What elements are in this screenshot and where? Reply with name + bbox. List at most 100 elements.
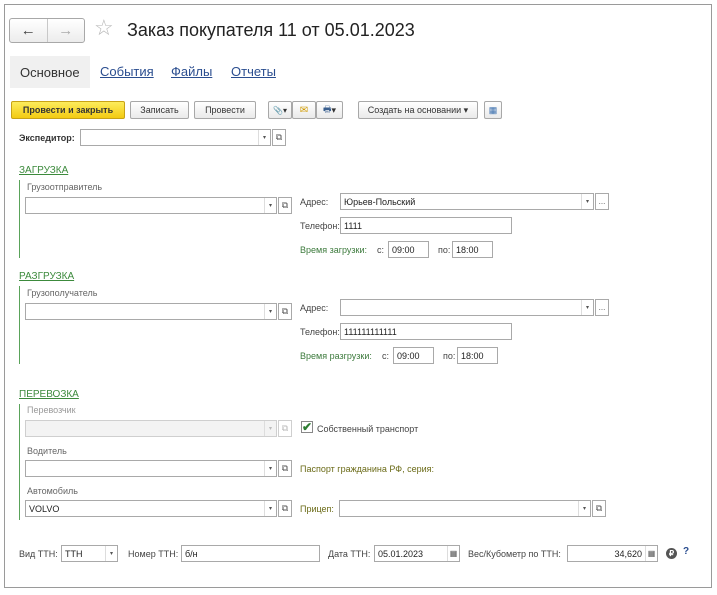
expeditor-label: Экспедитор: — [19, 133, 75, 143]
navigation-buttons: ← → — [9, 18, 85, 43]
driver-value — [26, 461, 264, 476]
ttn-date-value: 05.01.2023 — [378, 548, 424, 559]
dropdown-icon[interactable]: ▾ — [578, 501, 590, 516]
weight-value: 34,620 — [614, 548, 642, 559]
help-icon[interactable]: ? — [683, 546, 689, 557]
unloading-phone-field[interactable]: 111111111111 — [340, 323, 512, 340]
carrier-label: Перевозчик — [27, 405, 76, 415]
open-icon[interactable]: ⧉ — [592, 500, 606, 517]
back-icon[interactable]: ← — [10, 19, 47, 42]
more-icon[interactable]: ... — [595, 193, 609, 210]
ttn-number-label: Номер ТТН: — [128, 549, 179, 559]
dropdown-icon[interactable]: ▾ — [264, 304, 276, 319]
loading-from-field[interactable]: 09:00 — [388, 241, 429, 258]
dropdown-arrow-icon: ▾ — [463, 104, 469, 115]
loading-phone-value: 1111 — [344, 220, 363, 231]
table-icon: ▦ — [488, 104, 498, 115]
transport-section-bar — [19, 404, 20, 520]
dropdown-icon[interactable]: ▾ — [264, 421, 276, 436]
tab-files[interactable]: Файлы — [171, 64, 212, 79]
dropdown-arrow-icon: ▾ — [282, 105, 287, 115]
attach-icon: 📎 — [273, 105, 283, 115]
loading-phone-field[interactable]: 1111 — [340, 217, 512, 234]
create-based-on-label: Создать на основании — [367, 105, 462, 115]
weight-field[interactable]: 34,620 ▦ — [567, 545, 658, 562]
dropdown-icon[interactable]: ▾ — [258, 130, 270, 145]
loading-section-bar — [19, 180, 20, 258]
loading-from-label: с: — [377, 245, 385, 255]
open-icon[interactable]: ⧉ — [278, 420, 292, 437]
create-based-on-button[interactable]: Создать на основании ▾ — [358, 101, 478, 119]
dropdown-arrow-icon: ▾ — [331, 104, 337, 115]
open-icon[interactable]: ⧉ — [272, 129, 286, 146]
dropdown-icon[interactable]: ▾ — [581, 300, 593, 315]
unloading-to-field[interactable]: 18:00 — [457, 347, 498, 364]
table-view-button[interactable]: ▦ — [484, 101, 502, 119]
post-and-close-button[interactable]: Провести и закрыть — [11, 101, 125, 119]
more-icon[interactable]: ... — [595, 299, 609, 316]
dropdown-icon[interactable]: ▾ — [105, 546, 117, 561]
weight-label: Вес/Кубометр по ТТН: — [468, 549, 561, 559]
loading-to-field[interactable]: 18:00 — [452, 241, 493, 258]
driver-label: Водитель — [27, 446, 67, 456]
currency-info-icon[interactable]: ₽ — [666, 548, 677, 559]
consignee-label: Грузополучатель — [27, 288, 98, 298]
ttn-type-label: Вид ТТН: — [19, 549, 58, 559]
calculator-icon[interactable]: ▦ — [645, 546, 657, 561]
own-transport-checkbox[interactable]: ✔ — [301, 421, 313, 433]
trailer-value — [340, 501, 578, 516]
own-transport-label: Собственный транспорт — [317, 424, 419, 434]
ttn-number-value: б/н — [185, 548, 198, 559]
driver-field[interactable]: ▾ — [25, 460, 277, 477]
loading-from-value: 09:00 — [392, 244, 415, 255]
dropdown-icon[interactable]: ▾ — [264, 198, 276, 213]
open-icon[interactable]: ⧉ — [278, 197, 292, 214]
unloading-phone-value: 111111111111 — [344, 326, 397, 337]
tab-main[interactable]: Основное — [10, 56, 90, 88]
unloading-from-field[interactable]: 09:00 — [393, 347, 434, 364]
open-icon[interactable]: ⧉ — [278, 460, 292, 477]
mail-button[interactable]: ✉ — [292, 101, 316, 119]
dropdown-icon[interactable]: ▾ — [581, 194, 593, 209]
ttn-type-value: ТТН — [65, 548, 83, 559]
unloading-from-label: с: — [382, 351, 390, 361]
open-icon[interactable]: ⧉ — [278, 303, 292, 320]
print-menu-button[interactable]: 🖶 ▾ — [316, 101, 343, 119]
ttn-date-field[interactable]: 05.01.2023 ▦ — [374, 545, 460, 562]
tab-reports[interactable]: Отчеты — [231, 64, 276, 79]
calendar-icon[interactable]: ▦ — [447, 546, 459, 561]
loading-section-title[interactable]: ЗАГРУЗКА — [19, 165, 68, 176]
car-value: VOLVO — [29, 503, 60, 514]
unloading-to-label: по: — [443, 351, 456, 361]
page-title: Заказ покупателя 11 от 05.01.2023 — [127, 20, 415, 40]
post-button[interactable]: Провести — [194, 101, 256, 119]
loading-phone-label: Телефон: — [300, 221, 340, 231]
car-field[interactable]: VOLVO ▾ — [25, 500, 277, 517]
unloading-time-label: Время разгрузки: — [300, 351, 372, 361]
unloading-to-value: 18:00 — [461, 350, 484, 361]
mail-icon: ✉ — [299, 104, 309, 116]
transport-section-title[interactable]: ПЕРЕВОЗКА — [19, 389, 79, 400]
unloading-section-title[interactable]: РАЗГРУЗКА — [19, 271, 74, 282]
expeditor-field[interactable]: ▾ — [80, 129, 271, 146]
loading-time-label: Время загрузки: — [300, 245, 367, 255]
dropdown-icon[interactable]: ▾ — [264, 501, 276, 516]
consignee-field[interactable]: ▾ — [25, 303, 277, 320]
shipper-field[interactable]: ▾ — [25, 197, 277, 214]
unloading-address-value — [341, 300, 581, 315]
ttn-type-field[interactable]: ТТН ▾ — [61, 545, 118, 562]
carrier-field[interactable]: ▾ — [25, 420, 277, 437]
loading-address-field[interactable]: Юрьев-Польский ▾ — [340, 193, 594, 210]
ttn-number-field[interactable]: б/н — [181, 545, 320, 562]
unloading-phone-label: Телефон: — [300, 327, 340, 337]
open-icon[interactable]: ⧉ — [278, 500, 292, 517]
save-button[interactable]: Записать — [130, 101, 189, 119]
tab-events[interactable]: События — [100, 64, 154, 79]
favorite-star-icon[interactable]: ☆ — [94, 17, 114, 39]
attach-menu-button[interactable]: 📎 ▾ — [268, 101, 292, 119]
forward-icon[interactable]: → — [46, 19, 85, 42]
print-icon: 🖶 — [322, 104, 332, 114]
unloading-address-field[interactable]: ▾ — [340, 299, 594, 316]
dropdown-icon[interactable]: ▾ — [264, 461, 276, 476]
trailer-field[interactable]: ▾ — [339, 500, 591, 517]
